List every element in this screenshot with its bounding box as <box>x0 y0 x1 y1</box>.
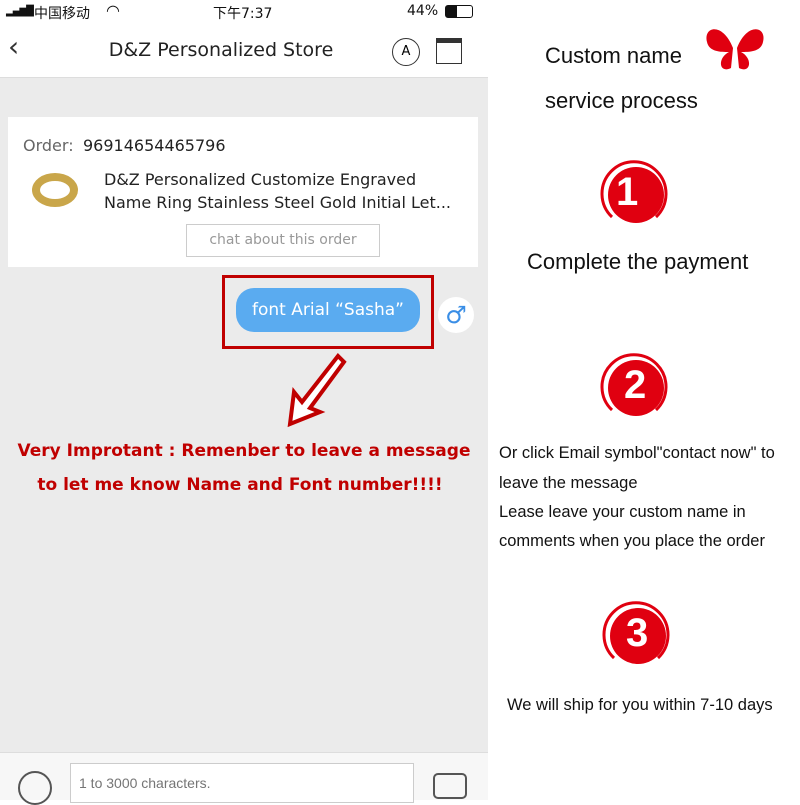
input-bar <box>0 752 488 805</box>
status-bar: ▂▄▆█ 中国移动 ◠ 下午7:37 44% <box>0 0 488 24</box>
battery-icon <box>445 5 473 18</box>
product-image[interactable] <box>32 173 78 207</box>
message-bubble: font Arial “Sasha” <box>236 288 420 332</box>
camera-icon[interactable] <box>433 773 467 799</box>
warning-line2: to let me know Name and Font number!!!! <box>37 475 443 495</box>
battery-percent: 44% <box>407 3 439 19</box>
step-2-number: 2 <box>624 363 647 407</box>
message-input[interactable] <box>70 763 414 803</box>
signal-icon: ▂▄▆█ <box>6 6 34 17</box>
product-title[interactable]: D&Z Personalized Customize Engraved <box>104 170 416 189</box>
chat-screen: ▂▄▆█ 中国移动 ◠ 下午7:37 44% ‹ D&Z Personalize… <box>0 0 488 805</box>
step-2-text: leave the message <box>499 474 638 492</box>
step-2-text: comments when you place the order <box>499 532 765 550</box>
order-label: Order: <box>23 136 74 155</box>
store-icon[interactable] <box>436 38 462 64</box>
step-2-text: Or click Email symbol"contact now" to <box>499 444 775 462</box>
process-title-line2: service process <box>545 88 698 113</box>
step-1-number: 1 <box>616 170 639 214</box>
chat-about-order-button[interactable]: chat about this order <box>186 224 380 257</box>
product-title-line2[interactable]: Name Ring Stainless Steel Gold Initial L… <box>104 193 451 212</box>
step-3-text: We will ship for you within 7-10 days <box>507 696 773 714</box>
carrier: 中国移动 <box>34 6 90 22</box>
step-3-number: 3 <box>626 611 649 655</box>
clock: 下午7:37 <box>213 6 273 22</box>
step-1-text: Complete the payment <box>527 249 749 274</box>
butterfly-logo <box>706 29 764 70</box>
translate-icon[interactable]: A <box>392 38 420 66</box>
process-title-line1: Custom name <box>545 43 682 68</box>
arrow-icon <box>287 352 347 428</box>
nav-bar: ‹ D&Z Personalized Store A <box>0 24 488 78</box>
order-number: 96914654465796 <box>83 136 226 155</box>
wifi-icon: ◠ <box>106 1 120 20</box>
order-card: Order: 96914654465796 D&Z Personalized C… <box>8 117 478 267</box>
warning-line1: Very Improtant : Remenber to leave a mes… <box>17 441 471 461</box>
step-2-text: Lease leave your custom name in <box>499 503 746 521</box>
male-avatar-icon[interactable]: ♂ <box>438 297 474 333</box>
